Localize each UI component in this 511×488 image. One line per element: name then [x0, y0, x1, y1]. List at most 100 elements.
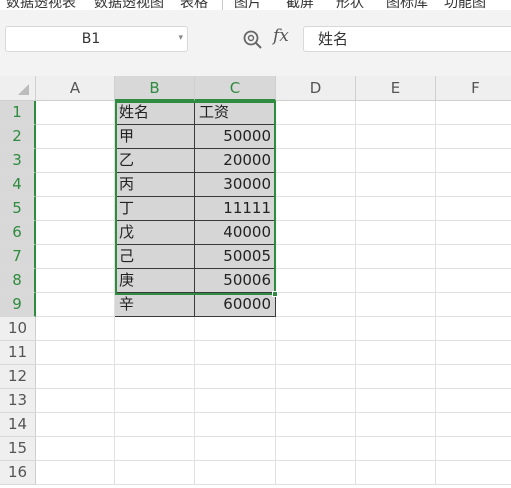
row-header-13[interactable]: 13: [0, 389, 36, 413]
ribbon-item-screenshot[interactable]: 截屏: [286, 0, 314, 10]
cell[interactable]: [36, 101, 115, 125]
name-cell[interactable]: 乙: [115, 149, 195, 173]
cell[interactable]: [356, 149, 436, 173]
cell[interactable]: [115, 413, 195, 437]
cell[interactable]: [436, 437, 511, 461]
cell[interactable]: [36, 245, 115, 269]
cell[interactable]: [276, 389, 356, 413]
cell[interactable]: [356, 197, 436, 221]
cell[interactable]: [276, 173, 356, 197]
cell[interactable]: [36, 461, 115, 485]
name-box[interactable]: B1 ▾: [5, 26, 188, 52]
row-header-11[interactable]: 11: [0, 341, 36, 365]
salary-cell[interactable]: 20000: [195, 149, 276, 173]
cell[interactable]: [436, 197, 511, 221]
cell[interactable]: [436, 269, 511, 293]
cell[interactable]: [115, 389, 195, 413]
cell[interactable]: [36, 149, 115, 173]
cell[interactable]: [195, 413, 276, 437]
cell[interactable]: [36, 269, 115, 293]
row-header-10[interactable]: 10: [0, 317, 36, 341]
cell[interactable]: [436, 389, 511, 413]
cell[interactable]: [36, 317, 115, 341]
row-header-5[interactable]: 5: [0, 197, 36, 221]
cell[interactable]: [436, 125, 511, 149]
cell[interactable]: [276, 101, 356, 125]
cell[interactable]: [36, 413, 115, 437]
ribbon-item-table[interactable]: 表格: [180, 0, 208, 10]
cell[interactable]: [436, 221, 511, 245]
cell[interactable]: [276, 245, 356, 269]
ribbon-item-pivot-table[interactable]: 数据透视表: [6, 0, 76, 10]
cell[interactable]: [436, 341, 511, 365]
cell[interactable]: [276, 413, 356, 437]
salary-cell[interactable]: 50006: [195, 269, 276, 293]
cell[interactable]: [36, 389, 115, 413]
cell[interactable]: [356, 437, 436, 461]
name-cell[interactable]: 辛: [115, 293, 195, 317]
cell[interactable]: [356, 461, 436, 485]
salary-cell[interactable]: 50005: [195, 245, 276, 269]
row-header-14[interactable]: 14: [0, 413, 36, 437]
name-cell[interactable]: 丙: [115, 173, 195, 197]
header-cell-salary[interactable]: 工资: [195, 101, 276, 125]
row-header-8[interactable]: 8: [0, 269, 36, 293]
column-header-d[interactable]: D: [276, 76, 356, 101]
cell[interactable]: [36, 365, 115, 389]
salary-cell[interactable]: 60000: [195, 293, 276, 317]
chevron-down-icon[interactable]: ▾: [178, 33, 183, 43]
cell[interactable]: [36, 197, 115, 221]
cell[interactable]: [436, 101, 511, 125]
header-cell-name[interactable]: 姓名: [115, 101, 195, 125]
spreadsheet-grid[interactable]: A B C D E F 1 姓名 工资 2 甲 50000 3 乙 20000 4 丙 30000 5 丁 11111 6…: [0, 76, 511, 488]
name-cell[interactable]: 己: [115, 245, 195, 269]
cell[interactable]: [276, 221, 356, 245]
cell[interactable]: [356, 293, 436, 317]
cell[interactable]: [115, 461, 195, 485]
cell[interactable]: [276, 149, 356, 173]
cell[interactable]: [195, 365, 276, 389]
ribbon-item-feature-chart[interactable]: 功能图: [444, 0, 486, 10]
cell[interactable]: [356, 341, 436, 365]
salary-cell[interactable]: 30000: [195, 173, 276, 197]
cell[interactable]: [36, 125, 115, 149]
column-header-b[interactable]: B: [115, 76, 195, 101]
cell[interactable]: [115, 437, 195, 461]
cell[interactable]: [115, 365, 195, 389]
cell[interactable]: [115, 317, 195, 341]
name-cell[interactable]: 庚: [115, 269, 195, 293]
cell[interactable]: [436, 317, 511, 341]
cell[interactable]: [115, 341, 195, 365]
cell[interactable]: [195, 389, 276, 413]
cell[interactable]: [276, 197, 356, 221]
cell[interactable]: [36, 221, 115, 245]
cell[interactable]: [195, 317, 276, 341]
cell[interactable]: [356, 245, 436, 269]
salary-cell[interactable]: 40000: [195, 221, 276, 245]
select-all-corner[interactable]: [0, 76, 36, 101]
fill-handle[interactable]: [272, 291, 278, 297]
cell[interactable]: [195, 461, 276, 485]
ribbon-item-icon-library[interactable]: 图标库: [386, 0, 428, 10]
cell[interactable]: [356, 173, 436, 197]
row-header-16[interactable]: 16: [0, 461, 36, 485]
cell[interactable]: [356, 365, 436, 389]
row-header-3[interactable]: 3: [0, 149, 36, 173]
cell[interactable]: [356, 389, 436, 413]
column-header-e[interactable]: E: [356, 76, 436, 101]
cell[interactable]: [36, 341, 115, 365]
column-header-c[interactable]: C: [195, 76, 276, 101]
cell[interactable]: [276, 317, 356, 341]
cell[interactable]: [36, 437, 115, 461]
row-header-7[interactable]: 7: [0, 245, 36, 269]
row-header-1[interactable]: 1: [0, 101, 36, 125]
cell[interactable]: [356, 269, 436, 293]
cell[interactable]: [436, 293, 511, 317]
fx-icon[interactable]: fx: [273, 26, 289, 46]
cell[interactable]: [36, 173, 115, 197]
salary-cell[interactable]: 11111: [195, 197, 276, 221]
ribbon-item-shapes[interactable]: 形状: [336, 0, 364, 10]
formula-input[interactable]: 姓名: [303, 26, 511, 52]
cell[interactable]: [356, 317, 436, 341]
name-cell[interactable]: 甲: [115, 125, 195, 149]
